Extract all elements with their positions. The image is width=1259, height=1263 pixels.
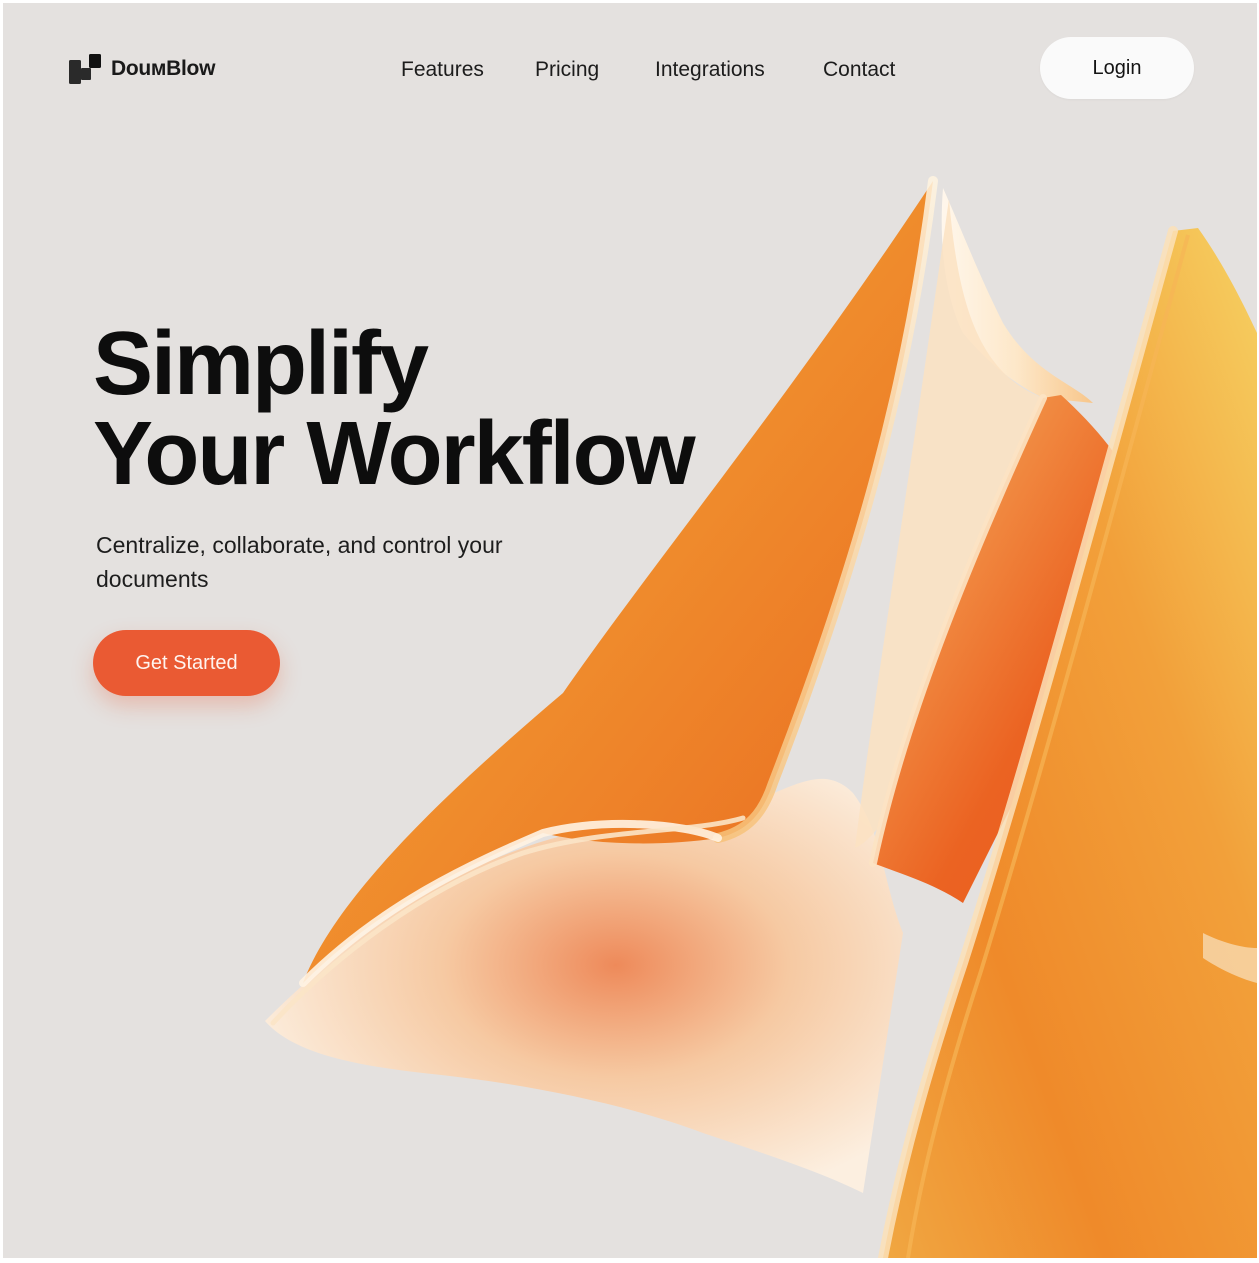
hero-title: Simplify Your Workflow bbox=[93, 314, 696, 504]
nav-link-integrations[interactable]: Integrations bbox=[655, 55, 765, 85]
hero-subtitle: Centralize, collaborate, and control you… bbox=[96, 532, 503, 592]
nav-link-contact[interactable]: Contact bbox=[823, 55, 895, 85]
login-button[interactable]: Login bbox=[1040, 37, 1194, 99]
nav-link-pricing[interactable]: Pricing bbox=[535, 55, 599, 85]
hero-title-line-1: Simplify bbox=[93, 314, 429, 414]
get-started-button[interactable]: Get Started bbox=[93, 630, 280, 696]
hero-title-line-2: Your Workflow bbox=[93, 404, 696, 504]
landing-page: DouмBlow Features Pricing Integrations C… bbox=[3, 3, 1257, 1258]
nav-link-features[interactable]: Features bbox=[401, 55, 484, 85]
